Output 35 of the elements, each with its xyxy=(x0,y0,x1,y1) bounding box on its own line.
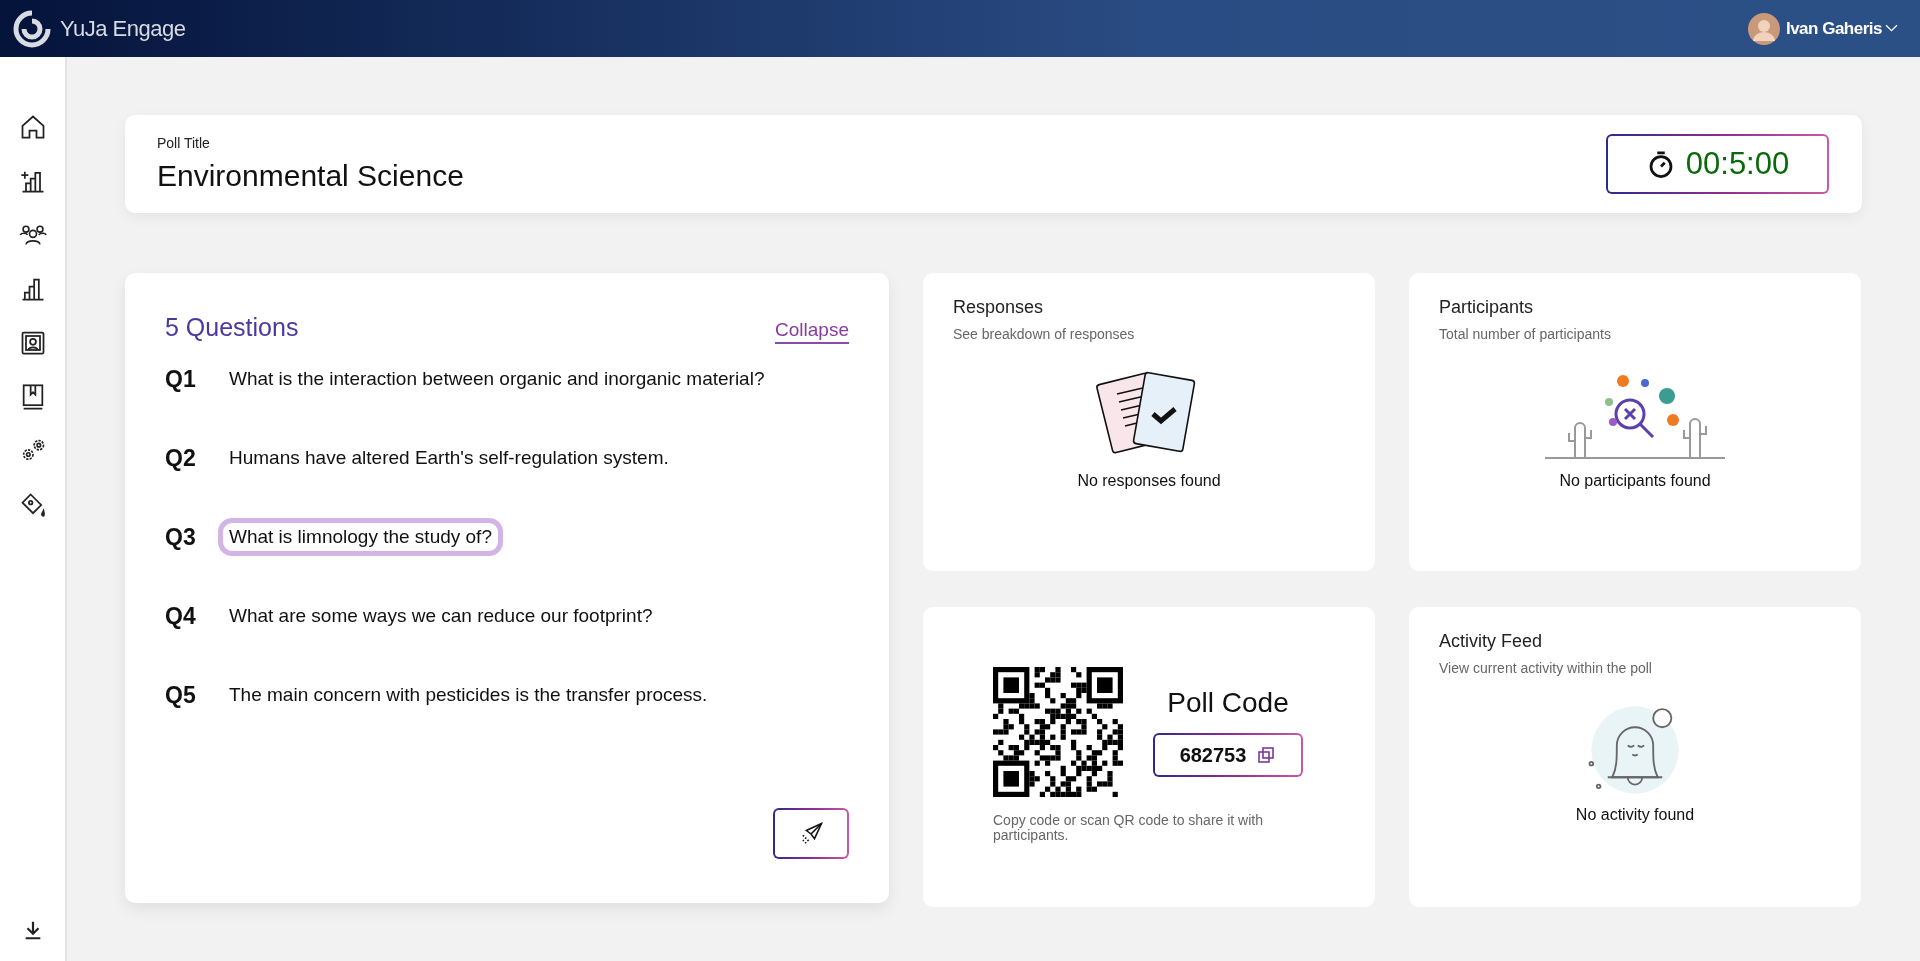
timer-value: 00:5:00 xyxy=(1685,146,1790,182)
collapse-link[interactable]: Collapse xyxy=(775,319,849,344)
question-text[interactable]: What is limnology the study of? xyxy=(218,518,503,556)
chevron-down-icon xyxy=(1885,24,1898,33)
poll-code-hint: Copy code or scan QR code to share it with participants. xyxy=(993,813,1265,843)
question-text[interactable]: The main concern with pesticides is the transfer process. xyxy=(218,676,719,714)
question-number: Q2 xyxy=(165,444,197,472)
card-title: Activity Feed xyxy=(1439,631,1544,652)
questions-heading: 5 Questions xyxy=(165,313,299,342)
logo-icon xyxy=(12,8,52,49)
copy-code-button[interactable]: 682753 xyxy=(1153,733,1303,777)
app-name: YuJa Engage xyxy=(60,15,186,42)
question-text[interactable]: Humans have altered Earth's self-regulation system. xyxy=(218,439,680,477)
empty-message: No responses found xyxy=(1077,472,1221,490)
copy-icon xyxy=(1256,745,1277,765)
question-number: Q5 xyxy=(165,681,197,709)
card-subtitle: Total number of participants xyxy=(1439,326,1612,342)
empty-message: No participants found xyxy=(1559,472,1711,490)
question-text[interactable]: What is the interaction between organic and inorganic material? xyxy=(218,360,776,398)
user-menu-button[interactable]: Ivan Gaheris xyxy=(1785,18,1898,39)
card-title: Responses xyxy=(953,297,1045,318)
question-number: Q3 xyxy=(165,523,197,551)
question-number: Q4 xyxy=(165,602,197,630)
card-subtitle: See breakdown of responses xyxy=(953,326,1136,342)
question-text[interactable]: What are some ways we can reduce our footprint? xyxy=(218,597,664,635)
question-number: Q1 xyxy=(165,365,197,393)
poll-code-heading: Poll Code xyxy=(1167,687,1289,719)
paint-bucket-icon[interactable] xyxy=(18,491,47,519)
card-subtitle: View current activity within the poll xyxy=(1439,660,1653,676)
avatar xyxy=(1747,12,1780,45)
poll-title: Environmental Science xyxy=(157,159,464,193)
send-button[interactable] xyxy=(773,808,849,859)
poll-title-label: Poll Title xyxy=(157,135,211,151)
empty-message: No activity found xyxy=(1575,806,1695,824)
card-title: Participants xyxy=(1439,297,1535,318)
